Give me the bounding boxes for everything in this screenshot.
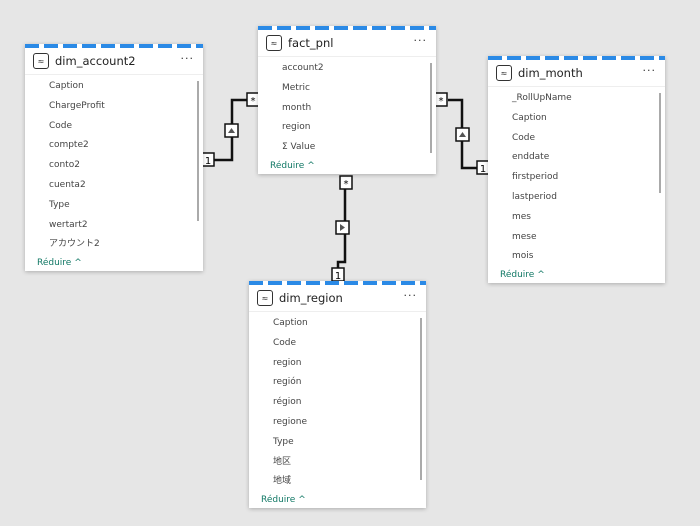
field-item[interactable]: région [249, 393, 426, 413]
rel3-one-marker: 1 [331, 267, 345, 282]
field-item[interactable]: Type [25, 196, 203, 216]
field-list[interactable]: account2 Metric month region Σ Value [258, 57, 436, 158]
field-item[interactable]: 地区 [249, 453, 426, 473]
table-card-dim_month[interactable]: ≈ dim_month ··· _RollUpName Caption Code en… [488, 56, 665, 284]
collapse-link[interactable]: Réduire ^ [249, 492, 426, 508]
svg-text:1: 1 [205, 156, 211, 167]
field-item[interactable]: mes [488, 208, 665, 228]
field-item[interactable]: region [249, 354, 426, 374]
rel1-filter-icon [224, 123, 239, 138]
field-item[interactable]: region [258, 118, 436, 138]
field-item[interactable]: cuenta2 [25, 176, 203, 196]
field-item[interactable]: región [249, 373, 426, 393]
scrollbar[interactable] [659, 93, 661, 193]
table-icon: ≈ [33, 53, 49, 69]
rel3-filter-icon [335, 220, 350, 235]
field-item[interactable]: lastperiod [488, 188, 665, 208]
svg-text:1: 1 [480, 164, 486, 175]
more-options-button[interactable]: ··· [643, 64, 657, 77]
field-item[interactable]: firstperiod [488, 168, 665, 188]
table-title: dim_region [279, 291, 343, 305]
field-item[interactable]: compte2 [25, 136, 203, 156]
svg-text:*: * [439, 96, 444, 107]
field-item[interactable]: アカウント2 [25, 235, 203, 255]
table-title: fact_pnl [288, 36, 334, 50]
field-item[interactable]: Code [249, 334, 426, 354]
field-item[interactable]: ChargeProfit [25, 97, 203, 117]
table-title: dim_month [518, 66, 583, 80]
field-item[interactable]: account2 [258, 59, 436, 79]
rel2-many-marker: * [434, 92, 448, 107]
field-item[interactable]: conto2 [25, 156, 203, 176]
field-item[interactable]: Type [249, 433, 426, 453]
table-icon: ≈ [496, 65, 512, 81]
more-options-button[interactable]: ··· [404, 289, 418, 302]
field-item[interactable]: _RollUpName [488, 89, 665, 109]
field-item[interactable]: Code [25, 117, 203, 137]
svg-text:*: * [251, 96, 256, 107]
more-options-button[interactable]: ··· [181, 52, 195, 65]
rel3-many-marker: * [339, 175, 353, 190]
field-item[interactable]: enddate [488, 148, 665, 168]
field-item[interactable]: Caption [25, 77, 203, 97]
table-icon: ≈ [257, 290, 273, 306]
collapse-link[interactable]: Réduire ^ [258, 158, 436, 174]
field-item[interactable]: Σ Value [258, 138, 436, 158]
field-item[interactable]: 地域 [249, 472, 426, 492]
rel1-one-marker: 1 [201, 152, 215, 167]
more-options-button[interactable]: ··· [414, 34, 428, 47]
field-item[interactable]: Code [488, 129, 665, 149]
table-title: dim_account2 [55, 54, 136, 68]
field-item[interactable]: Caption [488, 109, 665, 129]
field-list[interactable]: Caption Code region región région regione Type… [249, 312, 426, 492]
scrollbar[interactable] [420, 318, 422, 480]
field-item[interactable]: mese [488, 228, 665, 248]
table-card-dim_account2[interactable]: ≈ dim_account2 ··· Caption ChargeProfit Co… [25, 44, 203, 272]
table-card-dim_region[interactable]: ≈ dim_region ··· Caption Code region región… [249, 281, 426, 509]
field-item[interactable]: mois [488, 247, 665, 267]
table-icon: ≈ [266, 35, 282, 51]
collapse-link[interactable]: Réduire ^ [25, 255, 203, 271]
scrollbar[interactable] [430, 63, 432, 153]
field-item[interactable]: wertart2 [25, 216, 203, 236]
field-item[interactable]: Metric [258, 79, 436, 99]
field-list[interactable]: _RollUpName Caption Code enddate firstperiod… [488, 87, 665, 267]
field-item[interactable]: regione [249, 413, 426, 433]
svg-text:*: * [344, 179, 349, 190]
field-item[interactable]: month [258, 99, 436, 119]
rel2-filter-icon [455, 127, 470, 142]
table-card-fact_pnl[interactable]: ≈ fact_pnl ··· account2 Metric month region… [258, 26, 436, 174]
field-item[interactable]: Caption [249, 314, 426, 334]
field-list[interactable]: Caption ChargeProfit Code compte2 conto2 cuen… [25, 75, 203, 255]
scrollbar[interactable] [197, 81, 199, 221]
collapse-link[interactable]: Réduire ^ [488, 267, 665, 283]
